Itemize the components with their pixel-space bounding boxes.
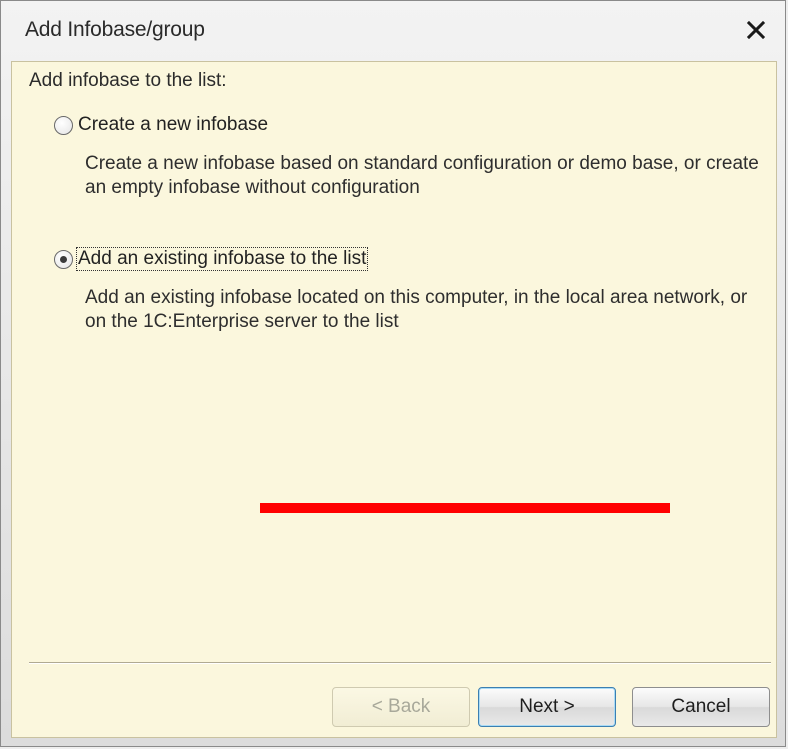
add-infobase-dialog: Add Infobase/group Add infobase to the l… <box>0 0 786 747</box>
next-button[interactable]: Next > <box>478 687 616 727</box>
cancel-button[interactable]: Cancel <box>632 687 770 727</box>
section-heading: Add infobase to the list: <box>29 70 227 91</box>
radio-selected-dot <box>60 256 67 263</box>
back-button[interactable]: < Back <box>332 687 470 727</box>
add-existing-infobase-label[interactable]: Add an existing infobase to the list <box>75 247 369 271</box>
dialog-client-area: Add infobase to the list: Create a new i… <box>11 61 777 738</box>
add-existing-infobase-radio[interactable] <box>54 250 73 269</box>
add-existing-infobase-description: Add an existing infobase located on this… <box>85 287 748 332</box>
create-new-infobase-radio[interactable] <box>54 116 73 135</box>
create-new-infobase-label[interactable]: Create a new infobase <box>77 114 269 136</box>
red-annotation-bar <box>260 503 670 513</box>
close-button[interactable] <box>741 15 771 45</box>
window-title: Add Infobase/group <box>25 18 205 41</box>
title-bar[interactable]: Add Infobase/group <box>1 1 785 61</box>
create-new-infobase-description: Create a new infobase based on standard … <box>85 153 759 198</box>
close-icon <box>747 21 765 39</box>
footer-separator <box>29 662 771 664</box>
